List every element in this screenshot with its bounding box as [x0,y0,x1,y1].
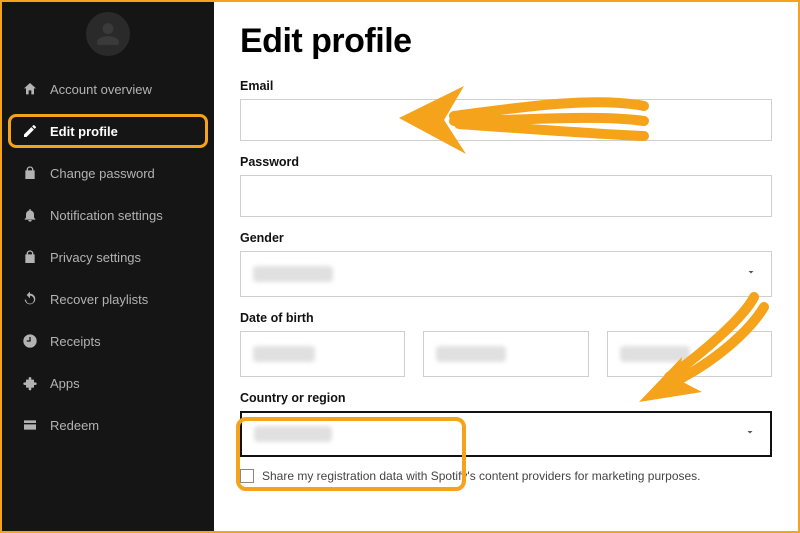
gender-label: Gender [240,231,772,245]
dob-row [240,331,772,377]
sidebar-item-edit-profile[interactable]: Edit profile [2,110,214,152]
refresh-icon [22,291,38,307]
sidebar-item-notification-settings[interactable]: Notification settings [2,194,214,236]
country-label: Country or region [240,391,772,405]
main-content: Edit profile Email Password Gender Date … [214,2,798,531]
dob-year-input[interactable] [607,331,772,377]
puzzle-icon [22,375,38,391]
share-data-label: Share my registration data with Spotify'… [262,469,701,483]
page-title: Edit profile [240,22,772,61]
sidebar-nav: Account overview Edit profile Change pas… [2,68,214,446]
gender-field-group: Gender [240,231,772,297]
sidebar-item-apps[interactable]: Apps [2,362,214,404]
country-field-group: Country or region [240,391,772,457]
dob-field-group: Date of birth [240,311,772,377]
pencil-icon [22,123,38,139]
sidebar-item-recover-playlists[interactable]: Recover playlists [2,278,214,320]
sidebar-item-label: Account overview [50,82,152,97]
sidebar-item-label: Edit profile [50,124,118,139]
sidebar-item-label: Change password [50,166,155,181]
sidebar-item-change-password[interactable]: Change password [2,152,214,194]
bell-icon [22,207,38,223]
sidebar: Account overview Edit profile Change pas… [2,2,214,531]
gender-value-redacted [253,266,333,282]
sidebar-item-label: Recover playlists [50,292,148,307]
sidebar-item-receipts[interactable]: Receipts [2,320,214,362]
home-icon [22,81,38,97]
password-label: Password [240,155,772,169]
country-select[interactable] [240,411,772,457]
password-field-group: Password [240,155,772,217]
user-icon [95,21,121,47]
sidebar-item-label: Privacy settings [50,250,141,265]
password-input[interactable] [240,175,772,217]
sidebar-item-redeem[interactable]: Redeem [2,404,214,446]
email-input[interactable] [240,99,772,141]
sidebar-item-label: Receipts [50,334,101,349]
email-label: Email [240,79,772,93]
sidebar-item-label: Redeem [50,418,99,433]
avatar[interactable] [86,12,130,56]
clock-icon [22,333,38,349]
gender-select[interactable] [240,251,772,297]
avatar-container [2,2,214,64]
sidebar-item-account-overview[interactable]: Account overview [2,68,214,110]
chevron-down-icon [744,425,756,443]
sidebar-item-privacy-settings[interactable]: Privacy settings [2,236,214,278]
sidebar-item-label: Apps [50,376,80,391]
country-value-redacted [254,426,332,442]
dob-label: Date of birth [240,311,772,325]
dob-month-value-redacted [253,346,315,362]
lock-icon [22,249,38,265]
lock-icon [22,165,38,181]
sidebar-item-label: Notification settings [50,208,163,223]
card-icon [22,417,38,433]
email-field-group: Email [240,79,772,141]
dob-month-select[interactable] [240,331,405,377]
dob-year-value-redacted [620,346,690,362]
share-data-checkbox[interactable] [240,469,254,483]
chevron-down-icon [745,265,757,283]
dob-day-input[interactable] [423,331,588,377]
app-root: Account overview Edit profile Change pas… [0,0,800,533]
share-data-row: Share my registration data with Spotify'… [240,469,772,483]
dob-day-value-redacted [436,346,506,362]
